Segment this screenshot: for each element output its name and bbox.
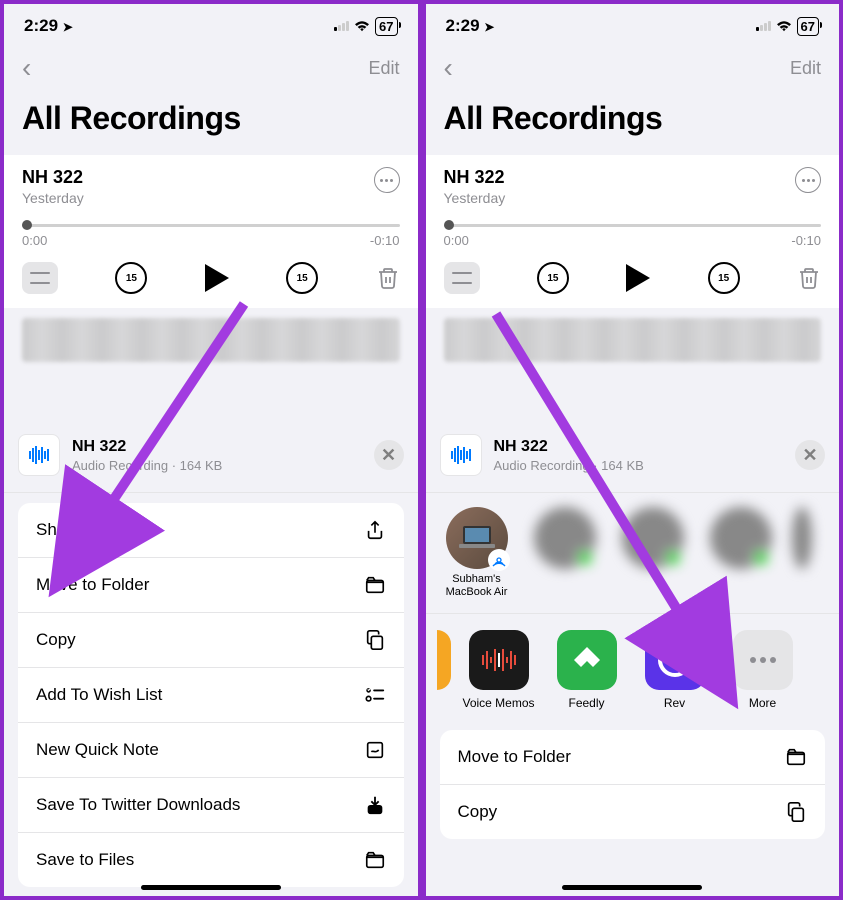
status-time: 2:29 ➤ [446,16,495,36]
trash-button[interactable] [797,266,821,290]
page-title: All Recordings [426,90,840,155]
skip-forward-button[interactable]: 15 [708,262,740,294]
airdrop-contact[interactable] [616,507,690,599]
options-button[interactable] [22,262,58,294]
sheet-file-name: NH 322 [494,438,644,456]
airdrop-contact[interactable] [528,507,602,599]
play-button[interactable] [626,264,650,292]
app-feedly[interactable]: Feedly [550,630,624,710]
home-indicator[interactable] [141,885,281,890]
nav-bar: ‹ Edit [4,44,418,90]
copy-icon [785,801,807,823]
app-more[interactable]: More [726,630,800,710]
recording-name: NH 322 [22,167,84,188]
skip-back-button[interactable]: 15 [537,262,569,294]
move-to-folder-item[interactable]: Move to Folder [18,558,404,613]
menu-group: Share Move to Folder Copy Add To Wish Li… [18,503,404,887]
save-to-files-item[interactable]: Save to Files [18,833,404,887]
share-item[interactable]: Share [18,503,404,558]
download-icon [364,794,386,816]
blurred-row [22,318,400,362]
recording-card: NH 322 Yesterday 0:00 -0:10 15 15 [426,155,840,308]
sheet-file-meta: Audio Recording · 164 KB [494,458,644,473]
sheet-file-name: NH 322 [72,438,222,456]
sheet-file-meta: Audio Recording · 164 KB [72,458,222,473]
recording-card: NH 322 Yesterday 0:00 -0:10 15 15 [4,155,418,308]
more-button[interactable] [795,167,821,193]
folder-icon [364,574,386,596]
app-partial-left[interactable] [440,630,448,710]
recording-name: NH 322 [444,167,506,188]
edit-button[interactable]: Edit [790,58,821,79]
airdrop-contact[interactable] [792,507,812,599]
app-voice-memos[interactable]: Voice Memos [462,630,536,710]
share-sheet: NH 322 Audio Recording · 164 KB ✕ Subham… [426,416,840,896]
time-start: 0:00 [22,233,47,248]
more-button[interactable] [374,167,400,193]
signal-icon [756,21,771,31]
airdrop-row: Subham's MacBook Air [426,493,840,614]
action-sheet: NH 322 Audio Recording · 164 KB ✕ Share … [4,416,418,896]
status-time: 2:29 ➤ [24,16,73,36]
add-to-wishlist-item[interactable]: Add To Wish List [18,668,404,723]
save-to-twitter-item[interactable]: Save To Twitter Downloads [18,778,404,833]
recording-date: Yesterday [444,190,506,206]
airdrop-macbook[interactable]: Subham's MacBook Air [440,507,514,599]
time-end: -0:10 [370,233,400,248]
status-bar: 2:29 ➤ 67 [426,4,840,44]
back-button[interactable]: ‹ [22,52,31,84]
copy-item[interactable]: Copy [18,613,404,668]
audio-file-icon [440,434,482,476]
status-bar: 2:29 ➤ 67 [4,4,418,44]
wishlist-icon [364,684,386,706]
blurred-row [444,318,822,362]
nav-bar: ‹ Edit [426,44,840,90]
time-end: -0:10 [791,233,821,248]
files-icon [364,849,386,871]
wifi-icon [353,19,371,33]
edit-button[interactable]: Edit [368,58,399,79]
battery-icon: 67 [797,17,819,36]
playback-slider[interactable] [444,224,822,227]
copy-item[interactable]: Copy [440,785,826,839]
skip-back-button[interactable]: 15 [115,262,147,294]
phone-left: 2:29 ➤ 67 ‹ Edit All Recordings NH 322 Y… [0,0,422,900]
copy-icon [364,629,386,651]
back-button[interactable]: ‹ [444,52,453,84]
phone-right: 2:29 ➤ 67 ‹ Edit All Recordings NH 322 Y… [422,0,843,900]
recording-date: Yesterday [22,190,84,206]
home-indicator[interactable] [562,885,702,890]
trash-button[interactable] [376,266,400,290]
folder-icon [785,746,807,768]
close-button[interactable]: ✕ [795,440,825,470]
close-button[interactable]: ✕ [374,440,404,470]
battery-icon: 67 [375,17,397,36]
options-button[interactable] [444,262,480,294]
menu-group: Move to Folder Copy [440,730,826,839]
app-row: Voice Memos Feedly Rev More [426,614,840,726]
app-rev[interactable]: Rev [638,630,712,710]
wifi-icon [775,19,793,33]
time-start: 0:00 [444,233,469,248]
share-icon [364,519,386,541]
play-button[interactable] [205,264,229,292]
note-icon [364,739,386,761]
playback-slider[interactable] [22,224,400,227]
airdrop-contact[interactable] [704,507,778,599]
page-title: All Recordings [4,90,418,155]
move-to-folder-item[interactable]: Move to Folder [440,730,826,785]
skip-forward-button[interactable]: 15 [286,262,318,294]
new-quick-note-item[interactable]: New Quick Note [18,723,404,778]
audio-file-icon [18,434,60,476]
signal-icon [334,21,349,31]
